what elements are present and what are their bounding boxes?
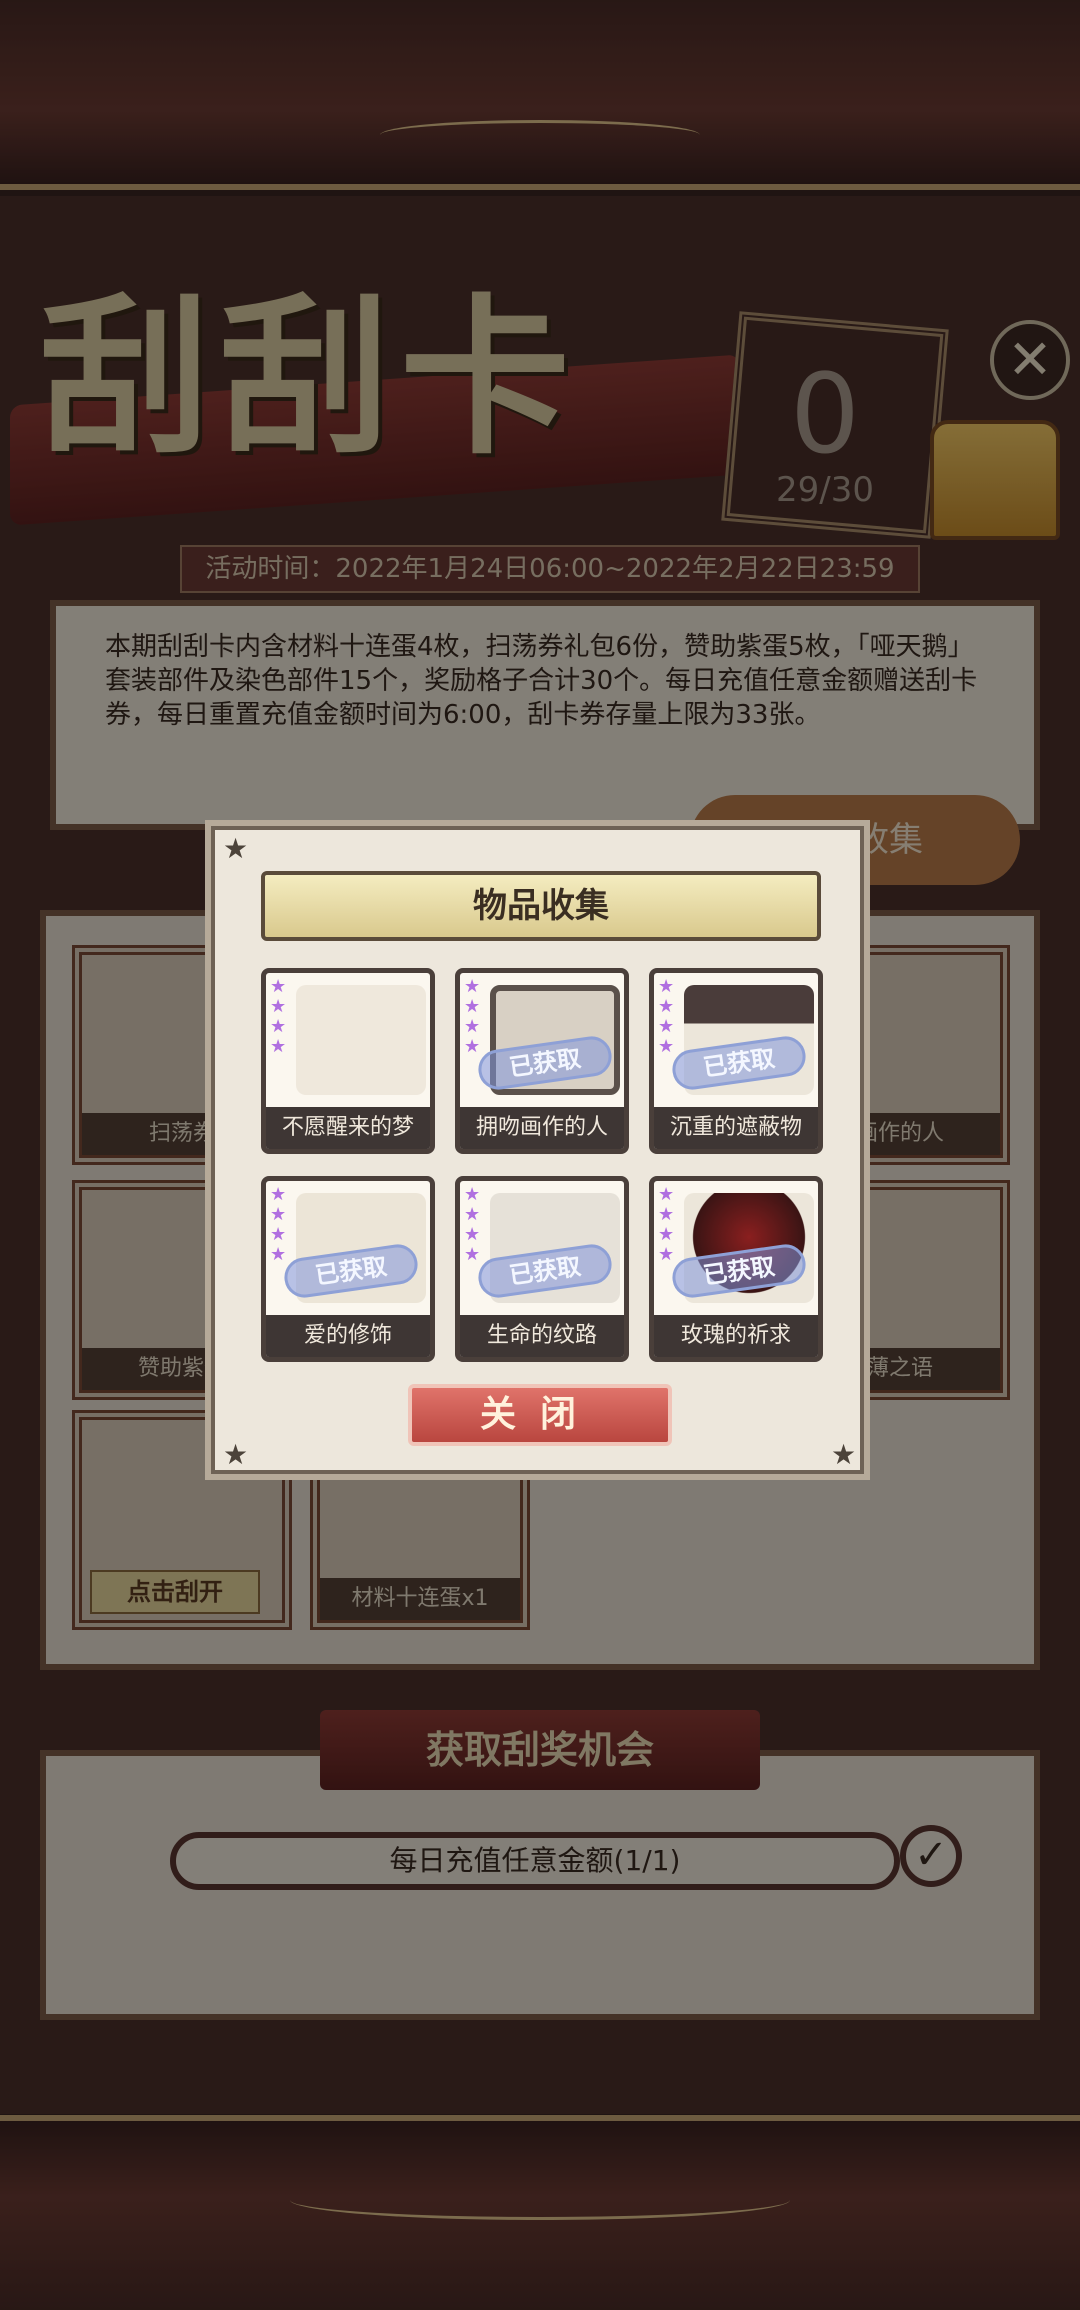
item-art	[296, 985, 426, 1095]
rarity-stars-icon: ★ ★ ★ ★	[464, 1184, 481, 1265]
rarity-stars-icon: ★ ★ ★ ★	[270, 976, 287, 1057]
rarity-stars-icon: ★ ★ ★ ★	[658, 976, 675, 1057]
collection-item[interactable]: ★ ★ ★ ★ 已获取 玫瑰的祈求	[649, 1176, 823, 1362]
star-icon: ★	[223, 832, 249, 865]
item-name: 玫瑰的祈求	[654, 1315, 818, 1357]
item-name: 生命的纹路	[460, 1315, 624, 1357]
modal-close-button[interactable]: 关闭	[408, 1384, 672, 1446]
collection-item[interactable]: ★ ★ ★ ★ 已获取 拥吻画作的人	[455, 968, 629, 1154]
star-icon: ★	[223, 1438, 249, 1471]
rarity-stars-icon: ★ ★ ★ ★	[464, 976, 481, 1057]
collection-item[interactable]: ★ ★ ★ ★ 已获取 沉重的遮蔽物	[649, 968, 823, 1154]
item-name: 不愿醒来的梦	[266, 1107, 430, 1149]
collection-modal: ★ ★ ★ 物品收集 ★ ★ ★ ★ 不愿醒来的梦 ★ ★ ★ ★ 已获取 拥吻画作的人 ★…	[205, 820, 870, 1480]
collection-item[interactable]: ★ ★ ★ ★ 不愿醒来的梦	[261, 968, 435, 1154]
star-icon: ★	[831, 1438, 857, 1471]
item-name: 拥吻画作的人	[460, 1107, 624, 1149]
collection-item[interactable]: ★ ★ ★ ★ 已获取 爱的修饰	[261, 1176, 435, 1362]
modal-title: 物品收集	[261, 871, 821, 941]
rarity-stars-icon: ★ ★ ★ ★	[658, 1184, 675, 1265]
rarity-stars-icon: ★ ★ ★ ★	[270, 1184, 287, 1265]
collection-item[interactable]: ★ ★ ★ ★ 已获取 生命的纹路	[455, 1176, 629, 1362]
item-name: 沉重的遮蔽物	[654, 1107, 818, 1149]
item-name: 爱的修饰	[266, 1315, 430, 1357]
